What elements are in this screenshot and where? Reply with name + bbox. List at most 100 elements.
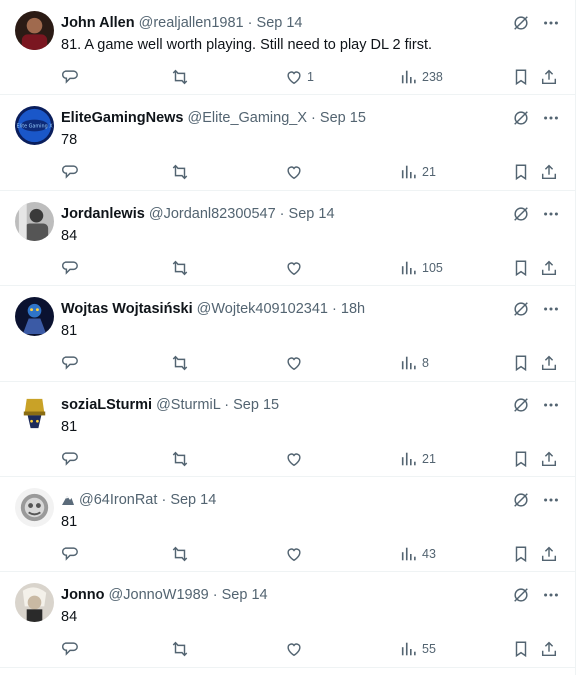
- share-button[interactable]: [540, 448, 558, 470]
- bookmark-button[interactable]: [512, 352, 530, 374]
- share-button[interactable]: [540, 352, 558, 374]
- more-icon[interactable]: [541, 204, 561, 224]
- tweet[interactable]: Jordanlewis @Jordanl82300547 · Sep 14 84…: [0, 191, 575, 287]
- tweet[interactable]: Wojtas Wojtasiński @Wojtek409102341 · 18…: [0, 286, 575, 382]
- timestamp[interactable]: 18h: [341, 301, 365, 317]
- share-button[interactable]: [540, 257, 558, 279]
- like-button[interactable]: [285, 352, 307, 374]
- timestamp[interactable]: Sep 14: [257, 15, 303, 31]
- bookmark-button[interactable]: [512, 543, 530, 565]
- author-name[interactable]: Wojtas Wojtasiński: [61, 301, 193, 317]
- timestamp[interactable]: Sep 15: [233, 397, 279, 413]
- retweet-button[interactable]: [171, 352, 189, 374]
- views-button[interactable]: 8: [400, 352, 429, 374]
- author-handle[interactable]: @Wojtek409102341: [197, 301, 328, 317]
- view-count: 238: [422, 70, 443, 84]
- author-name[interactable]: Jonno: [61, 587, 105, 603]
- author-handle[interactable]: @Jordanl82300547: [149, 206, 276, 222]
- more-icon[interactable]: [541, 13, 561, 33]
- avatar[interactable]: [15, 201, 54, 241]
- grok-icon[interactable]: [511, 585, 531, 605]
- share-icon: [541, 165, 557, 180]
- share-icon: [541, 642, 557, 657]
- timestamp[interactable]: Sep 15: [320, 110, 366, 126]
- bookmark-button[interactable]: [512, 638, 530, 660]
- share-button[interactable]: [540, 638, 558, 660]
- more-icon[interactable]: [541, 490, 561, 510]
- author-name[interactable]: Jordanlewis: [61, 206, 145, 222]
- grok-icon[interactable]: [511, 299, 531, 319]
- author-name[interactable]: EliteGamingNews: [61, 110, 183, 126]
- author-handle[interactable]: @Elite_Gaming_X: [188, 110, 308, 126]
- tweet[interactable]: soziaLSturmi @SturmiL · Sep 15 81 21: [0, 382, 575, 477]
- author-handle[interactable]: @realjallen1981: [139, 15, 244, 31]
- grok-icon[interactable]: [511, 490, 531, 510]
- views-button[interactable]: 21: [400, 161, 436, 183]
- avatar[interactable]: [15, 583, 54, 623]
- like-button[interactable]: 1: [285, 66, 314, 88]
- retweet-button[interactable]: [171, 66, 189, 88]
- grok-icon[interactable]: [511, 395, 531, 415]
- avatar[interactable]: [15, 11, 54, 50]
- like-button[interactable]: [285, 161, 307, 183]
- timestamp[interactable]: Sep 14: [289, 206, 335, 222]
- avatar[interactable]: Elite Gaming X: [15, 106, 54, 146]
- reply-button[interactable]: [61, 638, 79, 660]
- share-button[interactable]: [540, 543, 558, 565]
- retweet-button[interactable]: [171, 161, 189, 183]
- tweet[interactable]: @64IronRat · Sep 14 81 43: [0, 477, 575, 573]
- retweet-button[interactable]: [171, 638, 189, 660]
- reply-button[interactable]: [61, 448, 79, 470]
- views-button[interactable]: 105: [400, 257, 443, 279]
- bookmark-button[interactable]: [512, 66, 530, 88]
- like-button[interactable]: [285, 543, 307, 565]
- views-button[interactable]: 43: [400, 543, 436, 565]
- more-icon[interactable]: [541, 395, 561, 415]
- grok-icon[interactable]: [511, 13, 531, 33]
- reply-button[interactable]: [61, 161, 79, 183]
- retweet-button[interactable]: [171, 543, 189, 565]
- bookmark-button[interactable]: [512, 161, 530, 183]
- author-name[interactable]: soziaLSturmi: [61, 397, 152, 413]
- tweet[interactable]: Jonno @JonnoW1989 · Sep 14 84 55: [0, 572, 575, 668]
- reply-icon: [61, 356, 78, 370]
- author-name[interactable]: John Allen: [61, 15, 135, 31]
- tweet-text: 78: [61, 132, 78, 149]
- like-button[interactable]: [285, 257, 307, 279]
- bookmark-button[interactable]: [512, 257, 530, 279]
- share-button[interactable]: [540, 161, 558, 183]
- bookmark-button[interactable]: [512, 448, 530, 470]
- reply-button[interactable]: [61, 257, 79, 279]
- views-button[interactable]: 55: [400, 638, 436, 660]
- author-handle[interactable]: @64IronRat: [79, 492, 157, 508]
- bookmark-icon: [515, 355, 527, 372]
- retweet-icon: [172, 165, 188, 180]
- views-button[interactable]: 21: [400, 448, 436, 470]
- reply-button[interactable]: [61, 543, 79, 565]
- views-icon: [401, 70, 416, 84]
- share-button[interactable]: [540, 66, 558, 88]
- author-handle[interactable]: @SturmiL: [156, 397, 220, 413]
- like-button[interactable]: [285, 448, 307, 470]
- views-button[interactable]: 238: [400, 66, 443, 88]
- more-icon[interactable]: [541, 585, 561, 605]
- tweet[interactable]: John Allen @realjallen1981 · Sep 14 81. …: [0, 0, 575, 96]
- avatar[interactable]: [15, 392, 54, 432]
- timestamp[interactable]: Sep 14: [222, 587, 268, 603]
- tweet-text: 81: [61, 513, 78, 530]
- reply-button[interactable]: [61, 352, 79, 374]
- retweet-button[interactable]: [171, 448, 189, 470]
- author-handle[interactable]: @JonnoW1989: [109, 587, 209, 603]
- reply-button[interactable]: [61, 66, 79, 88]
- like-button[interactable]: [285, 638, 307, 660]
- reply-icon: [61, 70, 78, 84]
- avatar[interactable]: [15, 297, 54, 337]
- grok-icon[interactable]: [511, 204, 531, 224]
- tweet[interactable]: Elite Gaming X EliteGamingNews @Elite_Ga…: [0, 95, 575, 191]
- retweet-button[interactable]: [171, 257, 189, 279]
- more-icon[interactable]: [541, 108, 561, 128]
- timestamp[interactable]: Sep 14: [170, 492, 216, 508]
- avatar[interactable]: [15, 487, 54, 527]
- grok-icon[interactable]: [511, 108, 531, 128]
- more-icon[interactable]: [541, 299, 561, 319]
